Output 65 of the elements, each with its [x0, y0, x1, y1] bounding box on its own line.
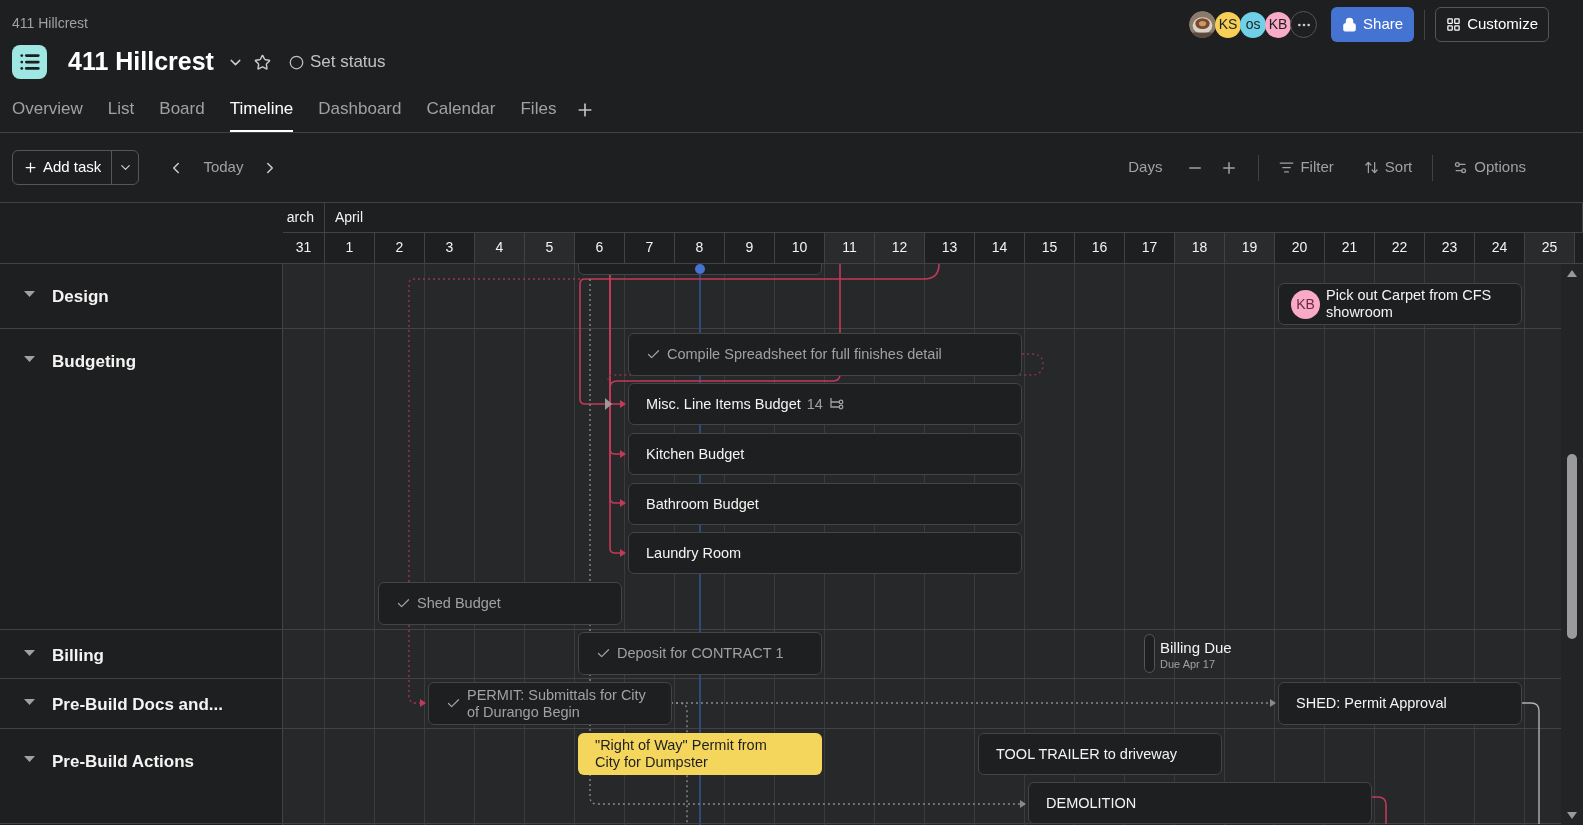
group-name[interactable]: Pre-Build Actions: [52, 749, 194, 775]
tab[interactable]: Dashboard: [318, 95, 402, 132]
tab[interactable]: Overview: [12, 95, 83, 132]
zoom-label: Days: [1128, 157, 1163, 178]
task-bar[interactable]: Compile Spreadsheet for full finishes detail: [628, 333, 1022, 376]
share-button[interactable]: Share: [1331, 7, 1415, 42]
options-button[interactable]: Options: [1453, 156, 1526, 179]
task-bar[interactable]: Shed Budget: [378, 582, 622, 625]
tab[interactable]: Files: [520, 95, 557, 132]
day-label: 5: [525, 232, 575, 263]
group-name[interactable]: Billing: [52, 643, 104, 669]
day-label: 31: [283, 232, 325, 263]
day-label: 9: [725, 232, 775, 263]
task-bar[interactable]: Laundry Room: [628, 532, 1022, 574]
member-avatar[interactable]: KB: [1265, 11, 1292, 38]
due-date: Due Apr 17: [1160, 657, 1217, 672]
month-label: April: [325, 203, 1583, 232]
day-label: 23: [1425, 232, 1475, 263]
task-bar[interactable]: SHED: Permit Approval: [1278, 682, 1522, 725]
tab[interactable]: Board: [159, 95, 205, 132]
assignee-avatar: KB: [1291, 289, 1320, 319]
task-bar[interactable]: DEMOLITION: [1028, 782, 1372, 824]
task-bar[interactable]: TOOL TRAILER to driveway: [978, 733, 1222, 775]
task-name: Billing Due: [1160, 639, 1232, 658]
day-label: 21: [1325, 232, 1375, 263]
task-bar[interactable]: Misc. Line Items Budget 14: [628, 383, 1022, 425]
tab[interactable]: Timeline: [229, 95, 294, 132]
group-name[interactable]: Pre-Build Docs and...: [52, 692, 223, 718]
subtask-count: 14: [806, 395, 823, 413]
task-bar[interactable]: PERMIT: Submittals for City of Durango Begin: [428, 682, 672, 725]
group-name[interactable]: Design: [52, 284, 109, 310]
filter-button[interactable]: Filter: [1279, 156, 1334, 179]
day-label: 22: [1375, 232, 1425, 263]
customize-button[interactable]: Customize: [1435, 7, 1549, 42]
task-bar[interactable]: Bathroom Budget: [628, 483, 1022, 525]
day-label: 2: [375, 232, 425, 263]
breadcrumb[interactable]: 411 Hillcrest: [12, 13, 88, 34]
day-label: 16: [1075, 232, 1125, 263]
day-label: 6: [575, 232, 625, 263]
tab[interactable]: List: [107, 95, 135, 132]
day-label: 4: [475, 232, 525, 263]
day-label: 14: [975, 232, 1025, 263]
day-label: 18: [1175, 232, 1225, 263]
tab[interactable]: Calendar: [426, 95, 496, 132]
task-bar[interactable]: Kitchen Budget: [628, 433, 1022, 475]
day-label: 11: [825, 232, 875, 263]
member-avatar[interactable]: os: [1240, 11, 1267, 38]
set-status-button[interactable]: Set status: [288, 49, 386, 75]
day-label: 19: [1225, 232, 1275, 263]
day-label: 12: [875, 232, 925, 263]
day-label: 13: [925, 232, 975, 263]
sort-button[interactable]: Sort: [1363, 156, 1413, 179]
month-label: arch: [283, 203, 325, 232]
member-avatar[interactable]: KS: [1215, 11, 1242, 38]
today-button[interactable]: Today: [203, 156, 244, 179]
day-label: 15: [1025, 232, 1075, 263]
project-title[interactable]: 411 Hillcrest: [68, 43, 214, 81]
day-label: 7: [625, 232, 675, 263]
day-label: 25: [1525, 232, 1575, 263]
day-label: 20: [1275, 232, 1325, 263]
task-bar[interactable]: "Right of Way" Permit from City for Dumpster: [578, 733, 822, 775]
task-bar[interactable]: Deposit for CONTRACT 1: [578, 632, 822, 675]
group-name[interactable]: Budgeting: [52, 349, 137, 375]
day-label: 8: [675, 232, 725, 263]
day-label: 1: [325, 232, 375, 263]
